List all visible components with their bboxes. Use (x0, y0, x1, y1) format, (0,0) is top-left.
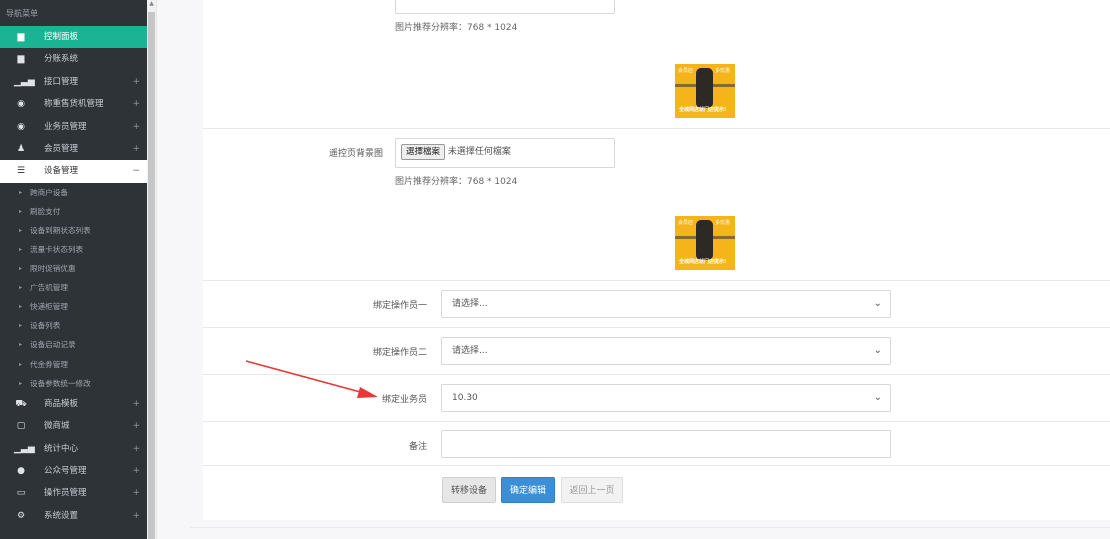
annotation-arrow (245, 360, 378, 398)
